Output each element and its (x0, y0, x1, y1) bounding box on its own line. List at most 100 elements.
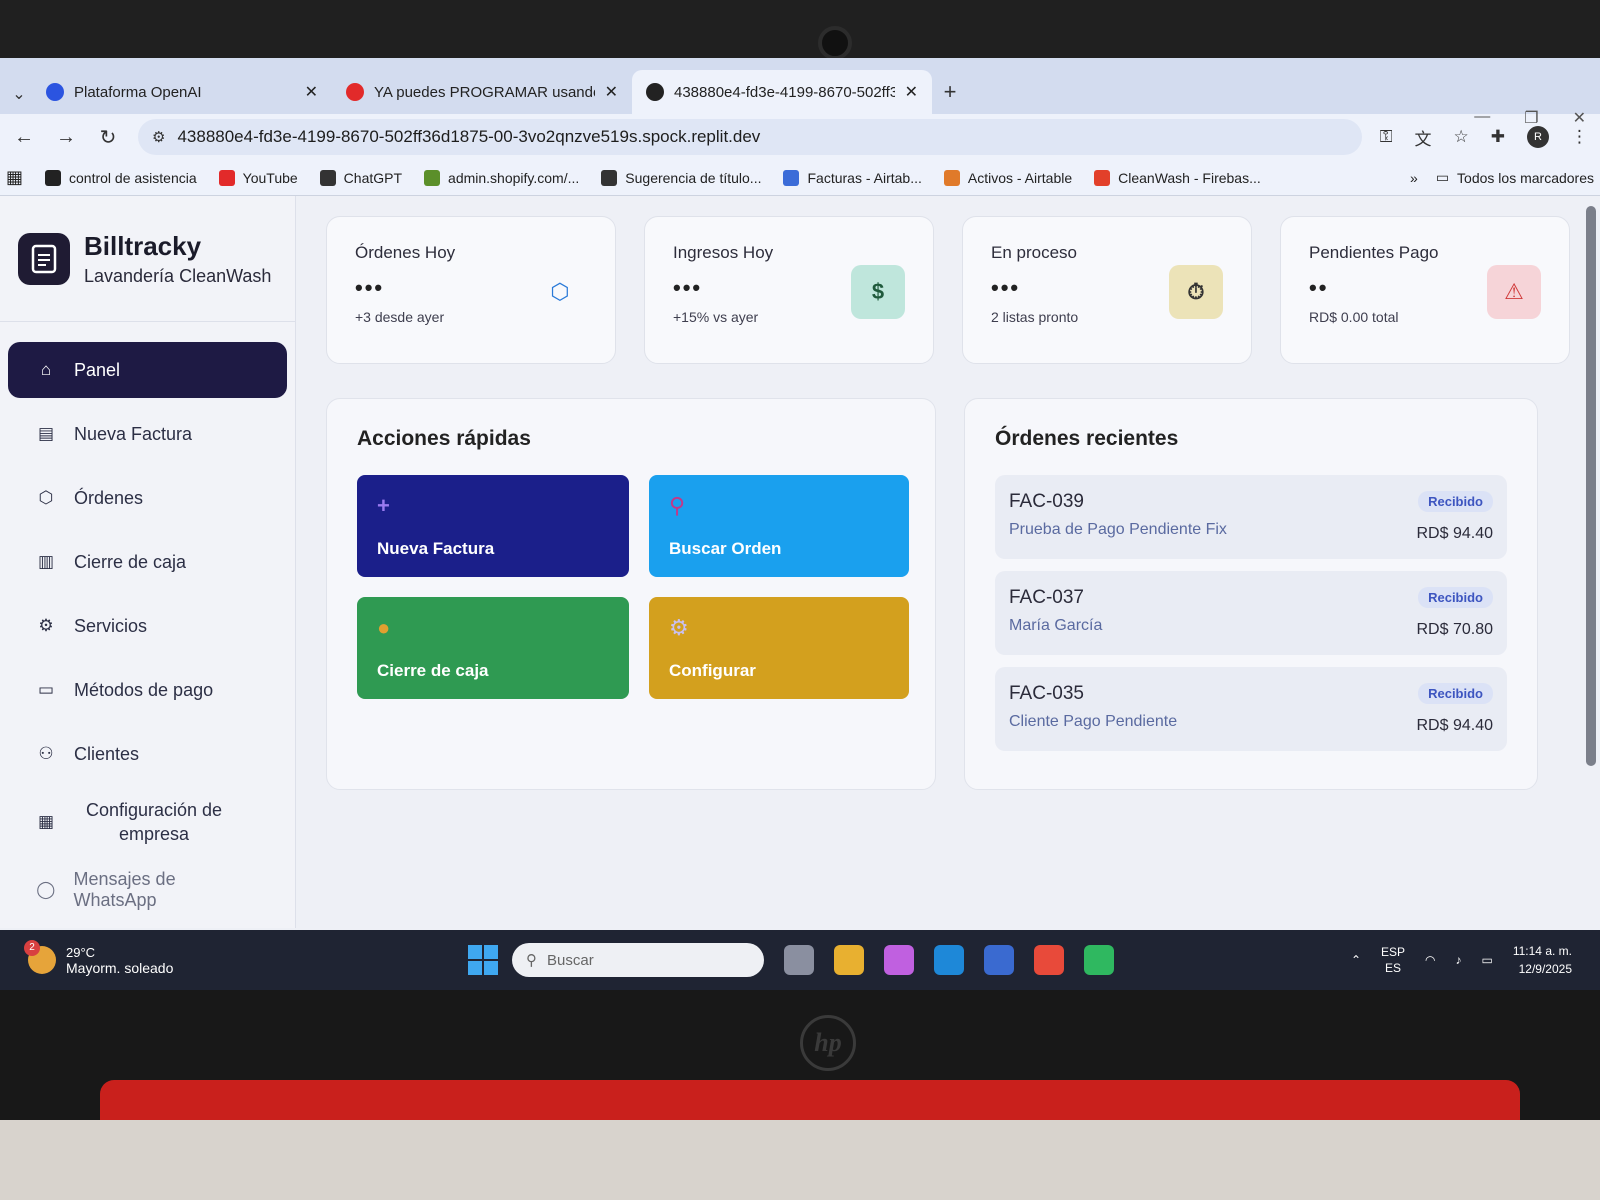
bookmark-cleanwash-firebase[interactable]: CleanWash - Firebas... (1094, 169, 1261, 186)
configurar-button[interactable]: ⚙ Configurar (649, 597, 909, 699)
whatsapp-icon[interactable] (1084, 945, 1114, 975)
chrome-icon[interactable] (1034, 945, 1064, 975)
battery-icon[interactable]: ▭ (1482, 953, 1493, 967)
laptop-chassis (0, 1120, 1600, 1200)
bookmark-sugerencia[interactable]: Sugerencia de título... (601, 169, 761, 186)
back-arrow-icon[interactable]: ← (12, 126, 36, 149)
youtube-favicon-icon (346, 83, 364, 101)
tab-search-chevron-icon[interactable]: ⌄ (6, 74, 32, 114)
site-settings-icon[interactable]: ⚙ (152, 128, 165, 146)
bookmark-label: Facturas - Airtab... (807, 169, 922, 186)
windows-start-icon[interactable] (468, 945, 498, 975)
chevron-up-icon[interactable]: ⌃ (1351, 953, 1361, 967)
weather-widget[interactable]: 2 29°C Mayorm. soleado (24, 940, 468, 976)
kebab-menu-icon[interactable]: ⋮ (1571, 127, 1588, 147)
forward-arrow-icon[interactable]: → (54, 126, 78, 149)
shopify-favicon-icon (424, 169, 441, 186)
store-icon[interactable] (984, 945, 1014, 975)
list-item[interactable]: FAC-037 María García Recibido RD$ 70.80 (995, 571, 1507, 655)
minimize-icon[interactable]: — (1474, 108, 1490, 128)
new-tab-plus-icon[interactable]: + (932, 70, 968, 114)
sidebar-item-ordenes[interactable]: ⬡ Órdenes (8, 470, 287, 526)
sidebar-item-label: Métodos de pago (74, 679, 214, 700)
dollar-icon: $ (851, 265, 905, 319)
nueva-factura-button[interactable]: + Nueva Factura (357, 475, 629, 577)
sidebar-item-label: Panel (74, 359, 121, 380)
list-item[interactable]: FAC-035 Cliente Pago Pendiente Recibido … (995, 667, 1507, 751)
business-name: Lavandería CleanWash (84, 265, 272, 286)
stat-title: Órdenes Hoy (355, 243, 456, 262)
sidebar-item-panel[interactable]: ⌂ Panel (8, 342, 287, 398)
sidebar-item-label: Configuración de empresa (85, 800, 223, 844)
page-scrollbar[interactable] (1586, 206, 1596, 766)
gear-icon: ⚙ (38, 616, 54, 635)
chatgpt-favicon-icon (319, 169, 336, 186)
copilot-icon[interactable] (884, 945, 914, 975)
reload-icon[interactable]: ↻ (96, 125, 120, 150)
cierre-caja-button[interactable]: ● Cierre de caja (357, 597, 629, 699)
wifi-icon[interactable]: ◠ (1425, 953, 1435, 967)
credit-card-icon: ▭ (37, 680, 55, 699)
bookmark-star-icon[interactable]: ☆ (1454, 127, 1469, 147)
sidebar-item-configuracion-empresa[interactable]: ▦ Configuración de empresa (8, 790, 287, 854)
order-amount: RD$ 70.80 (1416, 621, 1494, 638)
edge-icon[interactable] (934, 945, 964, 975)
clock[interactable]: 11:14 a. m. 12/9/2025 (1513, 942, 1572, 978)
chat-bubble-icon: ◯ (36, 880, 56, 899)
windows-taskbar: 2 29°C Mayorm. soleado ⚲ Buscar ⌃ ESP ES… (0, 930, 1600, 990)
webcam (818, 26, 852, 60)
gear-icon: ⚙ (669, 615, 689, 640)
tab-youtube[interactable]: YA puedes PROGRAMAR usando ✕ (332, 70, 632, 114)
order-amount: RD$ 94.40 (1416, 525, 1494, 542)
taskbar-search[interactable]: ⚲ Buscar (512, 943, 764, 977)
bookmark-control-asistencia[interactable]: control de asistencia (45, 169, 197, 186)
translate-icon[interactable]: 文 (1415, 125, 1432, 150)
app-name: Billtracky (84, 230, 202, 261)
clock-date: 12/9/2025 (1518, 962, 1572, 976)
list-item[interactable]: FAC-039 Prueba de Pago Pendiente Fix Rec… (995, 475, 1507, 559)
close-icon[interactable]: ✕ (305, 82, 318, 102)
apps-grid-icon[interactable]: ▦ (6, 167, 23, 188)
restore-icon[interactable]: ❐ (1524, 108, 1538, 128)
bookmark-facturas-airtable[interactable]: Facturas - Airtab... (783, 169, 922, 186)
bookmark-label: Activos - Airtable (967, 169, 1073, 186)
buscar-orden-button[interactable]: ⚲ Buscar Orden (649, 475, 909, 577)
sidebar-item-clientes[interactable]: ⚇ Clientes (8, 726, 287, 782)
sun-cloud-icon: 2 (24, 940, 56, 974)
sidebar-item-servicios[interactable]: ⚙ Servicios (8, 598, 287, 654)
tab-title: YA puedes PROGRAMAR usando (374, 83, 595, 101)
file-explorer-icon[interactable] (834, 945, 864, 975)
speaker-icon[interactable]: ♪ (1456, 953, 1462, 967)
bookmark-shopify[interactable]: admin.shopify.com/... (424, 169, 579, 186)
folder-icon: ▭ (1435, 169, 1450, 185)
url-text: 438880e4-fd3e-4199-8670-502ff36d1875-00-… (177, 127, 761, 146)
browser-toolbar: ← → ↻ ⚙ 438880e4-fd3e-4199-8670-502ff36d… (0, 114, 1600, 160)
stat-title: Pendientes Pago (1309, 243, 1439, 262)
password-key-icon[interactable]: ⚿ (1380, 127, 1393, 147)
tab-openai[interactable]: Plataforma OpenAI ✕ (32, 70, 332, 114)
order-amount: RD$ 94.40 (1416, 717, 1494, 734)
close-icon[interactable]: ✕ (905, 82, 918, 102)
profile-avatar[interactable]: R (1527, 126, 1549, 148)
extensions-puzzle-icon[interactable]: ✚ (1491, 127, 1505, 147)
sidebar-item-metodos-pago[interactable]: ▭ Métodos de pago (8, 662, 287, 718)
sidebar-item-mensajes-whatsapp[interactable]: ◯ Mensajes de WhatsApp (8, 862, 287, 918)
notification-badge: 2 (24, 940, 40, 956)
tab-title: 438880e4-fd3e-4199-8670-502ff36d1875 (674, 83, 895, 101)
bookmark-youtube[interactable]: YouTube (218, 169, 298, 186)
taskbar-apps (784, 945, 1114, 975)
close-icon[interactable]: ✕ (605, 82, 618, 102)
tab-replit-app[interactable]: 438880e4-fd3e-4199-8670-502ff36d1875 ✕ (632, 70, 932, 114)
all-bookmarks-folder[interactable]: ▭ Todos los marcadores (1436, 169, 1594, 186)
sidebar-item-nueva-factura[interactable]: ▤ Nueva Factura (8, 406, 287, 462)
language-indicator[interactable]: ESP ES (1381, 944, 1405, 976)
bookmark-activos-airtable[interactable]: Activos - Airtable (943, 169, 1073, 186)
window-close-icon[interactable]: ✕ (1573, 108, 1586, 128)
globe-favicon-icon (646, 83, 664, 101)
more-bookmarks-button[interactable]: » (1410, 170, 1418, 186)
address-bar[interactable]: ⚙ 438880e4-fd3e-4199-8670-502ff36d1875-0… (138, 119, 1362, 155)
users-icon: ⚇ (38, 744, 54, 763)
sidebar-item-cierre-caja[interactable]: ▥ Cierre de caja (8, 534, 287, 590)
bookmark-chatgpt[interactable]: ChatGPT (319, 169, 402, 186)
task-view-icon[interactable] (784, 945, 814, 975)
